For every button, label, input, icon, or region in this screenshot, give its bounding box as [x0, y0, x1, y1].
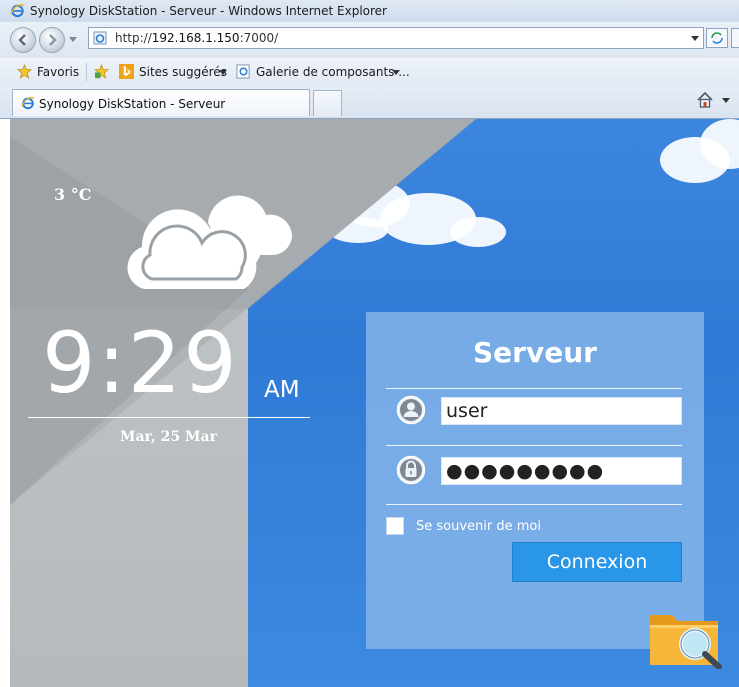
address-url[interactable]: http://192.168.1.150:7000/	[115, 31, 278, 45]
folder-search-icon[interactable]	[648, 607, 724, 669]
username-input[interactable]: user	[441, 397, 682, 425]
window-titlebar: Synology DiskStation - Serveur - Windows…	[0, 0, 739, 23]
forward-button[interactable]	[39, 27, 65, 53]
password-input[interactable]: ●●●●●●●●●	[441, 457, 682, 485]
gallery-dropdown-icon[interactable]	[392, 70, 400, 75]
arrow-right-icon	[49, 34, 57, 46]
remember-me-checkbox[interactable]	[386, 517, 404, 535]
tab-bar: Synology DiskStation - Serveur	[0, 86, 739, 119]
home-dropdown-icon[interactable]	[722, 98, 730, 103]
page-icon	[93, 31, 107, 45]
remember-me-label: Se souvenir de moi	[416, 519, 541, 534]
ie-page-icon	[236, 64, 250, 79]
tab-synology[interactable]: Synology DiskStation - Serveur	[12, 89, 310, 116]
clock-ampm: AM	[264, 377, 300, 403]
login-divider	[386, 504, 682, 505]
ie-tab-icon	[21, 97, 35, 110]
clock-time: 9:29	[42, 314, 239, 412]
recent-pages-dropdown[interactable]	[69, 37, 77, 42]
new-tab-button[interactable]	[313, 90, 342, 116]
login-divider	[386, 388, 682, 389]
clock-divider	[28, 417, 310, 418]
arrow-left-icon	[18, 34, 26, 46]
synology-login-page: 3 °C 9:29 AM Mar, 25 Mar Serveur user ●●…	[10, 119, 739, 687]
stop-button[interactable]	[731, 28, 739, 48]
bing-icon	[119, 64, 134, 79]
star-icon	[17, 64, 32, 79]
login-button[interactable]: Connexion	[512, 542, 682, 582]
add-favorite-star-icon	[94, 64, 109, 79]
user-icon	[396, 395, 426, 425]
login-title: Serveur	[473, 336, 597, 369]
address-dropdown-icon[interactable]	[691, 36, 699, 41]
suggested-sites-dropdown-icon[interactable]	[219, 70, 227, 75]
home-icon[interactable]	[696, 91, 714, 109]
refresh-button[interactable]	[706, 28, 728, 48]
lock-icon	[396, 455, 426, 485]
clock-date: Mar, 25 Mar	[120, 429, 217, 445]
weather-temperature: 3 °C	[54, 185, 92, 204]
favorites-bar: Favoris Sites suggérés Galerie de compos…	[0, 58, 739, 87]
window-title: Synology DiskStation - Serveur - Windows…	[30, 4, 387, 18]
cloud-icon	[127, 195, 293, 289]
login-divider	[386, 445, 682, 446]
favorites-separator	[86, 63, 87, 81]
login-form: Serveur user ●●●●●●●●● Se souvenir de mo…	[366, 312, 704, 649]
ie-logo-icon	[10, 4, 25, 18]
address-bar[interactable]: http://192.168.1.150:7000/	[88, 27, 704, 49]
navigation-bar: http://192.168.1.150:7000/	[0, 22, 739, 59]
refresh-icon	[711, 32, 723, 44]
back-button[interactable]	[10, 27, 36, 53]
